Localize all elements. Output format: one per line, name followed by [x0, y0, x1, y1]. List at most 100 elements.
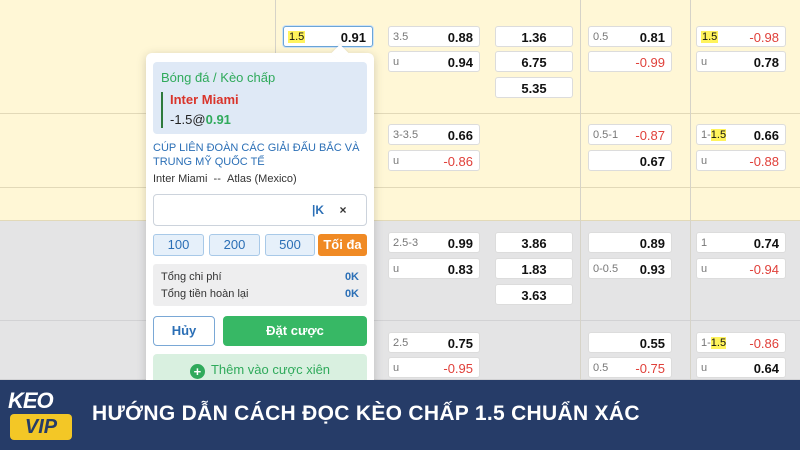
odds-cell-under[interactable]: u -0.95 [388, 357, 480, 378]
match-teams: Inter Miami -- Atlas (Mexico) [153, 173, 297, 185]
logo-text-bottom: VIP [10, 414, 72, 440]
logo-text-top: KEO [8, 388, 54, 413]
odds-value: -0.99 [635, 55, 665, 70]
odds-value: -0.98 [749, 30, 779, 45]
odds-cell-half-under[interactable]: u -0.88 [696, 150, 786, 171]
handicap-label: 3.5 [393, 31, 409, 43]
odds-cell-under[interactable]: u 0.83 [388, 258, 480, 279]
odds-cell-half-handicap[interactable]: 0.5-1 -0.87 [588, 124, 672, 145]
odds-cell-1x2[interactable]: 1.83 [495, 258, 573, 279]
odds-value: 0.66 [753, 128, 779, 143]
bet-type-breadcrumb: Bóng đá / Kèo chấp [161, 70, 276, 85]
handicap-label: u [701, 263, 708, 275]
odds-cell-half-over[interactable]: 1-1.5 0.66 [696, 124, 786, 145]
handicap-label: 2.5 [393, 337, 409, 349]
clear-icon[interactable]: × [335, 202, 351, 218]
odds-value: -0.94 [749, 262, 779, 277]
banner-headline: HƯỚNG DẪN CÁCH ĐỌC KÈO CHẤP 1.5 CHUẨN XÁ… [92, 402, 640, 425]
odds-cell-half-under[interactable]: u 0.64 [696, 357, 786, 378]
odds-cell-half-handicap[interactable]: 0.55 [588, 332, 672, 353]
quick-stake-200-button[interactable]: 200 [209, 234, 260, 256]
odds-cell-under[interactable]: u 0.94 [388, 51, 480, 72]
total-cost-value: 0K [344, 271, 359, 283]
odds-cell-half-handicap[interactable]: -0.99 [588, 51, 672, 72]
odds-cell-over[interactable]: 3-3.5 0.66 [388, 124, 480, 145]
odds-cell-1x2[interactable]: 3.86 [495, 232, 573, 253]
odds-cell-over[interactable]: 2.5 0.75 [388, 332, 480, 353]
odds-value: -0.75 [635, 361, 665, 376]
stake-unit: |K [312, 203, 325, 217]
odds-cell-half-over[interactable]: 1 0.74 [696, 232, 786, 253]
odds-cell-half-over[interactable]: 1.5 -0.98 [696, 26, 786, 47]
max-stake-button[interactable]: Tối đa [318, 234, 367, 256]
odds-value: 1.83 [521, 262, 547, 277]
bet-slip-popup: Bóng đá / Kèo chấp Inter Miami -1.5@0.91… [146, 44, 374, 389]
odds-cell-under[interactable]: u -0.86 [388, 150, 480, 171]
pick-at-symbol: @ [192, 112, 206, 127]
selected-team: Inter Miami [170, 92, 239, 107]
total-return-value: 0K [344, 288, 359, 300]
odds-cell-half-handicap[interactable]: 0.89 [588, 232, 672, 253]
odds-cell-half-handicap[interactable]: 0-0.5 0.93 [588, 258, 672, 279]
handicap-label: u [701, 56, 708, 68]
odds-cell-over[interactable]: 3.5 0.88 [388, 26, 480, 47]
odds-value: -0.86 [749, 336, 779, 351]
odds-cell-half-under[interactable]: u 0.78 [696, 51, 786, 72]
away-team: Atlas (Mexico) [226, 173, 297, 185]
handicap-label: u [393, 263, 400, 275]
odds-cell-1x2[interactable]: 1.36 [495, 26, 573, 47]
odds-cell-half-handicap[interactable]: 0.67 [588, 150, 672, 171]
odds-cell-half-under[interactable]: u -0.94 [696, 258, 786, 279]
odds-cell-half-handicap[interactable]: 0.5 -0.75 [588, 357, 672, 378]
handicap-label: 3-3.5 [393, 129, 419, 141]
quick-stake-500-button[interactable]: 500 [265, 234, 315, 256]
cancel-button[interactable]: Hủy [153, 316, 215, 346]
odds-cell-home-handicap[interactable]: 1.5 0.91 [283, 26, 373, 47]
odds-cell-1x2-draw[interactable]: 5.35 [495, 77, 573, 98]
odds-value: -0.95 [443, 361, 473, 376]
odds-value: -0.87 [635, 128, 665, 143]
handicap-highlight: 1.5 [710, 337, 727, 349]
odds-value: 5.35 [521, 81, 547, 96]
odds-value: -0.88 [749, 154, 779, 169]
add-to-parlay-label: Thêm vào cược xiên [210, 362, 331, 377]
odds-value: 3.63 [521, 288, 547, 303]
odds-cell-1x2[interactable]: 6.75 [495, 51, 573, 72]
section-divider-row [0, 188, 800, 221]
odds-value: 0.74 [753, 236, 779, 251]
handicap-label: 2.5-3 [393, 237, 419, 249]
handicap-prefix: 1- [701, 337, 711, 349]
total-cost-label: Tổng chi phí [161, 271, 222, 283]
odds-value: 3.86 [521, 236, 547, 251]
odds-cell-over[interactable]: 2.5-3 0.99 [388, 232, 480, 253]
odds-value: 0.93 [639, 262, 665, 277]
selection-accent-bar [161, 92, 163, 128]
odds-value: 0.67 [639, 154, 665, 169]
league-name: CÚP LIÊN ĐOÀN CÁC GIẢI ĐẤU BẮC VÀ TRUNG … [153, 142, 360, 168]
odds-value: -0.86 [443, 154, 473, 169]
odds-value: 0.55 [639, 336, 665, 351]
odds-cell-half-over[interactable]: 1-1.5 -0.86 [696, 332, 786, 353]
article-banner: KEO VIP HƯỚNG DẪN CÁCH ĐỌC KÈO CHẤP 1.5 … [0, 380, 800, 450]
odds-cell-1x2-draw[interactable]: 3.63 [495, 284, 573, 305]
handicap-label: 1-1.5 [701, 129, 727, 141]
vs-separator: -- [213, 173, 221, 185]
odds-value: 0.81 [639, 30, 665, 45]
total-return-label: Tổng tiền hoàn lại [161, 288, 249, 300]
column-divider [580, 0, 581, 380]
odds-cell-half-handicap[interactable]: 0.5 0.81 [588, 26, 672, 47]
stake-input[interactable] [158, 200, 308, 220]
keovip-logo: KEO VIP [6, 388, 76, 444]
odds-value: 0.64 [753, 361, 779, 376]
handicap-label: 0.5 [593, 362, 609, 374]
place-bet-button[interactable]: Đặt cược [223, 316, 367, 346]
odds-value: 0.88 [447, 30, 473, 45]
handicap-label: 1.5 [288, 31, 306, 43]
pick-odds: 0.91 [205, 112, 231, 127]
stake-field: |K × [153, 194, 367, 226]
handicap-label: u [701, 155, 708, 167]
odds-value: 6.75 [521, 55, 547, 70]
handicap-label: 0-0.5 [593, 263, 619, 275]
quick-stake-100-button[interactable]: 100 [153, 234, 204, 256]
odds-value: 0.75 [447, 336, 473, 351]
